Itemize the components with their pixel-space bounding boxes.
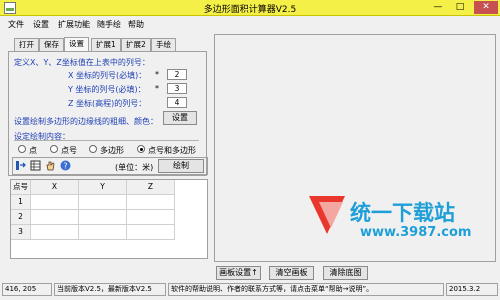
menu-settings[interactable]: 设置 xyxy=(33,19,49,30)
radio-numbers-and-polygon-label: 点号和多边形 xyxy=(148,146,196,155)
help-icon[interactable]: ? xyxy=(60,160,71,171)
grid-row-number[interactable]: 3 xyxy=(11,225,31,240)
grid-cell[interactable] xyxy=(31,225,79,240)
tab-open[interactable]: 打开 xyxy=(14,38,39,51)
grid-row-number[interactable]: 2 xyxy=(11,210,31,225)
grid-cell[interactable] xyxy=(31,195,79,210)
divider xyxy=(14,140,199,141)
grid-table-icon[interactable] xyxy=(30,160,41,171)
grid-row-number[interactable]: 1 xyxy=(11,195,31,210)
maximize-button[interactable]: □ xyxy=(450,1,470,14)
z-column-input[interactable]: 4 xyxy=(167,97,187,108)
clear-basemap-button[interactable]: 清除底图 xyxy=(323,266,368,280)
y-required-mark: * xyxy=(155,84,159,93)
grid-cell[interactable] xyxy=(127,195,175,210)
grid-cell[interactable] xyxy=(31,210,79,225)
x-column-input[interactable]: 2 xyxy=(167,69,187,80)
radio-point-numbers[interactable] xyxy=(50,145,58,153)
radio-polygon[interactable] xyxy=(89,145,97,153)
svg-text:?: ? xyxy=(63,162,67,171)
status-date: 2015.3.2 xyxy=(446,283,498,296)
x-required-mark: * xyxy=(155,70,159,79)
status-version: 当前版本V2.5，最新版本V2.5 xyxy=(54,283,166,296)
z-column-label: Z 坐标(高程)的列号： xyxy=(68,99,147,108)
menu-bar: 文件 设置 扩展功能 随手绘 帮助 xyxy=(0,17,500,31)
tab-save[interactable]: 保存 xyxy=(39,38,64,51)
watermark-text: 统一下载站 xyxy=(350,201,455,225)
grid-cell[interactable] xyxy=(127,210,175,225)
coordinate-grid: 点号 X Y Z 1 2 3 xyxy=(10,179,208,259)
grid-header-z[interactable]: Z xyxy=(127,180,175,195)
radio-numbers-and-polygon[interactable] xyxy=(137,145,145,153)
tab-extension-2[interactable]: 扩展2 xyxy=(121,38,151,51)
x-column-label: X 坐标的列号(必填)： xyxy=(68,71,147,80)
window-title: 多边形面积计算器V2.5 xyxy=(203,5,297,15)
y-column-input[interactable]: 3 xyxy=(167,83,187,94)
radio-points-label: 点 xyxy=(29,146,37,155)
grid-header-y[interactable]: Y xyxy=(79,180,127,195)
unit-label: (单位：米) xyxy=(115,163,154,172)
tab-settings[interactable]: 设置 xyxy=(64,37,89,51)
minimize-button[interactable]: — xyxy=(428,1,448,14)
grid-header-point-no[interactable]: 点号 xyxy=(11,180,31,195)
status-help: 软件的帮助说明、作者的联系方式等，请点击菜单“帮助→说明”。 xyxy=(168,283,444,296)
grid-cell[interactable] xyxy=(127,225,175,240)
canvas-settings-button[interactable]: 画板设置↑ xyxy=(216,266,261,280)
draw-button[interactable]: 绘制 xyxy=(158,159,204,173)
watermark-logo-icon xyxy=(309,196,345,234)
status-coords: 416, 205 xyxy=(2,283,52,296)
y-column-label: Y 坐标的列号(必填)： xyxy=(68,85,146,94)
radio-polygon-label: 多边形 xyxy=(100,146,124,155)
hand-pan-icon[interactable] xyxy=(45,160,56,171)
radio-point-numbers-label: 点号 xyxy=(61,146,77,155)
grid-cell[interactable] xyxy=(79,225,127,240)
menu-file[interactable]: 文件 xyxy=(8,19,24,30)
watermark-url: www.3987.com xyxy=(360,225,472,240)
menu-help[interactable]: 帮助 xyxy=(128,19,144,30)
close-button[interactable]: ✕ xyxy=(474,1,498,14)
grid-cell[interactable] xyxy=(79,210,127,225)
menu-extensions[interactable]: 扩展功能 xyxy=(58,19,90,30)
grid-header-x[interactable]: X xyxy=(31,180,79,195)
radio-points[interactable] xyxy=(18,145,26,153)
import-icon[interactable] xyxy=(15,160,26,171)
line-style-settings-button[interactable]: 设置 xyxy=(163,111,197,125)
tab-extension-1[interactable]: 扩展1 xyxy=(91,38,121,51)
grid-cell[interactable] xyxy=(79,195,127,210)
tab-freehand[interactable]: 手绘 xyxy=(151,38,176,51)
columns-heading: 定义X、Y、Z坐标值在上表中的列号： xyxy=(14,58,150,67)
menu-freehand[interactable]: 随手绘 xyxy=(97,19,121,30)
clear-canvas-button[interactable]: 清空画板 xyxy=(269,266,314,280)
line-style-label: 设置绘制多边形的边缘线的粗细、颜色： xyxy=(14,117,158,126)
